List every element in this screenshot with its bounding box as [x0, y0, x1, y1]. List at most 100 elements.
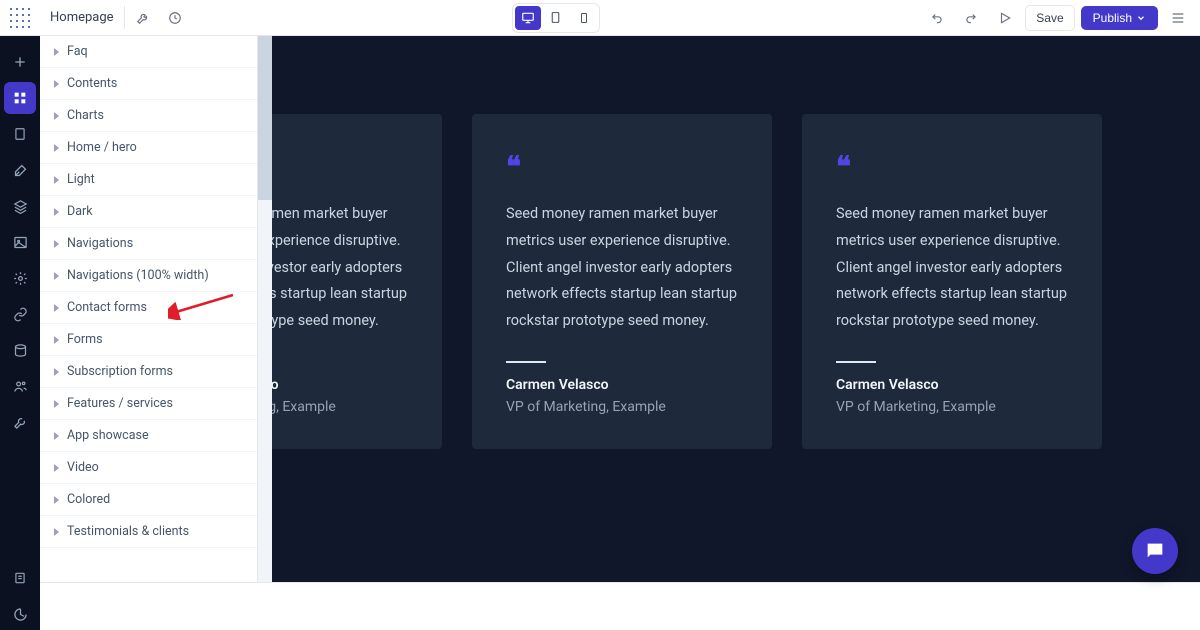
panel-item-label: Testimonials & clients — [67, 524, 189, 539]
app-logo[interactable] — [8, 6, 32, 30]
panel-item-label: Faq — [67, 44, 88, 59]
device-desktop-button[interactable] — [515, 6, 541, 30]
panel-item-label: Navigations (100% width) — [67, 268, 209, 283]
component-panel: Faq Contents Charts Home / hero Light Da… — [40, 36, 258, 630]
testimonial-card[interactable]: ❝ Seed money ramen market buyer metrics … — [802, 114, 1102, 449]
divider — [836, 361, 876, 363]
panel-item-navigations-full[interactable]: Navigations (100% width) — [40, 260, 257, 292]
panel-item-label: Forms — [67, 332, 103, 347]
panel-item-contact-forms[interactable]: Contact forms — [40, 292, 257, 324]
panel-item-contents[interactable]: Contents — [40, 68, 257, 100]
panel-item-label: Video — [67, 460, 99, 475]
chevron-down-icon — [1136, 13, 1146, 23]
panel-item-label: Home / hero — [67, 140, 137, 155]
testimonial-name: Carmen Velasco — [272, 377, 408, 393]
tools-icon[interactable] — [4, 406, 36, 438]
caret-right-icon — [54, 304, 59, 312]
panel-item-label: Contact forms — [67, 300, 147, 315]
caret-right-icon — [54, 496, 59, 504]
panel-vertical-scrollbar[interactable] — [258, 36, 272, 582]
save-button[interactable]: Save — [1025, 5, 1074, 31]
panel-item-label: Subscription forms — [67, 364, 173, 379]
caret-right-icon — [54, 176, 59, 184]
docs-icon[interactable] — [4, 562, 36, 594]
editor-canvas[interactable]: ❝ Seed money ramen market buyer metrics … — [272, 36, 1200, 582]
blocks-icon[interactable] — [4, 82, 36, 114]
publish-label: Publish — [1093, 11, 1132, 25]
panel-item-subscription-forms[interactable]: Subscription forms — [40, 356, 257, 388]
preview-button[interactable] — [991, 4, 1019, 32]
pages-icon[interactable] — [4, 118, 36, 150]
testimonial-card[interactable]: ❝ Seed money ramen market buyer metrics … — [272, 114, 442, 449]
redo-button[interactable] — [957, 4, 985, 32]
panel-item-faq[interactable]: Faq — [40, 36, 257, 68]
caret-right-icon — [54, 208, 59, 216]
testimonial-card[interactable]: ❝ Seed money ramen market buyer metrics … — [472, 114, 772, 449]
testimonial-text: Seed money ramen market buyer metrics us… — [272, 201, 408, 335]
caret-right-icon — [54, 112, 59, 120]
caret-right-icon — [54, 432, 59, 440]
quote-icon: ❝ — [506, 150, 738, 183]
panel-item-label: App showcase — [67, 428, 149, 443]
testimonial-name: Carmen Velasco — [836, 377, 1068, 393]
panel-item-forms[interactable]: Forms — [40, 324, 257, 356]
help-icon[interactable] — [4, 598, 36, 630]
device-preview-group — [512, 3, 600, 33]
undo-button[interactable] — [923, 4, 951, 32]
panel-item-label: Charts — [67, 108, 104, 123]
settings-icon[interactable] — [4, 262, 36, 294]
panel-item-features-services[interactable]: Features / services — [40, 388, 257, 420]
panel-item-label: Light — [67, 172, 95, 187]
quote-icon: ❝ — [272, 150, 408, 183]
testimonial-cards-row: ❝ Seed money ramen market buyer metrics … — [272, 114, 1200, 449]
caret-right-icon — [54, 48, 59, 56]
design-icon[interactable] — [4, 154, 36, 186]
layers-icon[interactable] — [4, 190, 36, 222]
panel-item-colored[interactable]: Colored — [40, 484, 257, 516]
page-name[interactable]: Homepage — [40, 6, 125, 29]
panel-item-dark[interactable]: Dark — [40, 196, 257, 228]
panel-item-label: Navigations — [67, 236, 133, 251]
top-toolbar: Homepage Save Publish — [0, 0, 1200, 36]
panel-item-charts[interactable]: Charts — [40, 100, 257, 132]
chat-icon — [1144, 540, 1166, 562]
panel-item-testimonials-clients[interactable]: Testimonials & clients — [40, 516, 257, 548]
caret-right-icon — [54, 144, 59, 152]
device-tablet-button[interactable] — [543, 6, 569, 30]
users-icon[interactable] — [4, 370, 36, 402]
caret-right-icon — [54, 336, 59, 344]
panel-item-label: Features / services — [67, 396, 173, 411]
panel-item-label: Dark — [67, 204, 93, 219]
panel-item-light[interactable]: Light — [40, 164, 257, 196]
testimonial-name: Carmen Velasco — [506, 377, 738, 393]
device-mobile-button[interactable] — [571, 6, 597, 30]
caret-right-icon — [54, 464, 59, 472]
bottom-strip — [40, 582, 1200, 630]
add-element-icon[interactable] — [4, 46, 36, 78]
quote-icon: ❝ — [836, 150, 1068, 183]
left-rail — [0, 36, 40, 630]
panel-item-video[interactable]: Video — [40, 452, 257, 484]
history-icon[interactable] — [161, 4, 189, 32]
panel-item-label: Contents — [67, 76, 117, 91]
publish-button[interactable]: Publish — [1081, 6, 1158, 30]
testimonial-role: VP of Marketing, Example — [836, 399, 1068, 415]
wrench-icon[interactable] — [129, 4, 157, 32]
panel-item-home-hero[interactable]: Home / hero — [40, 132, 257, 164]
testimonial-role: VP of Marketing, Example — [272, 399, 408, 415]
component-panel-list[interactable]: Faq Contents Charts Home / hero Light Da… — [40, 36, 257, 614]
testimonial-role: VP of Marketing, Example — [506, 399, 738, 415]
hamburger-menu-icon[interactable] — [1164, 4, 1192, 32]
panel-item-navigations[interactable]: Navigations — [40, 228, 257, 260]
caret-right-icon — [54, 272, 59, 280]
testimonial-text: Seed money ramen market buyer metrics us… — [836, 201, 1068, 335]
caret-right-icon — [54, 240, 59, 248]
link-icon[interactable] — [4, 298, 36, 330]
testimonial-text: Seed money ramen market buyer metrics us… — [506, 201, 738, 335]
chat-fab[interactable] — [1132, 528, 1178, 574]
panel-item-label: Colored — [67, 492, 110, 507]
caret-right-icon — [54, 528, 59, 536]
image-icon[interactable] — [4, 226, 36, 258]
database-icon[interactable] — [4, 334, 36, 366]
panel-item-app-showcase[interactable]: App showcase — [40, 420, 257, 452]
